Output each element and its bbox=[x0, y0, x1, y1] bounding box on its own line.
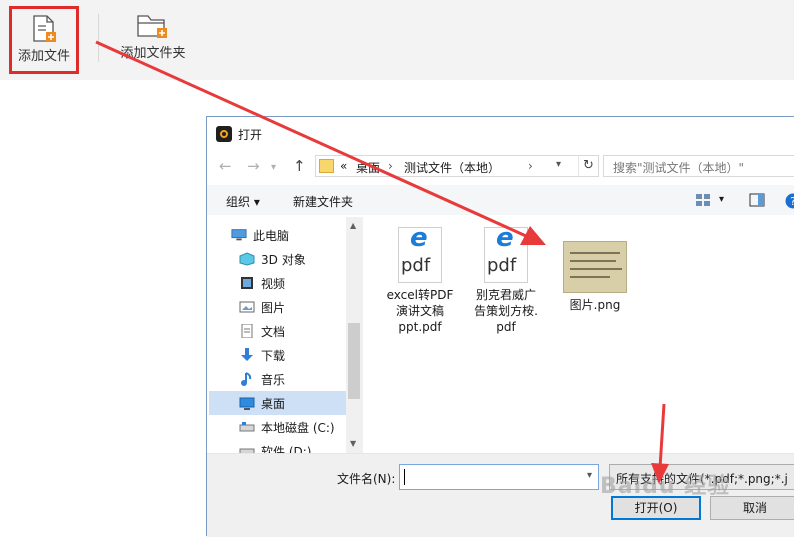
tree-item-3d-objects[interactable]: 3D 对象 bbox=[209, 247, 346, 271]
scroll-down-icon[interactable]: ▼ bbox=[350, 439, 356, 448]
watermark: Baidu 经验 bbox=[600, 474, 731, 499]
app-toolbar: 添加文件 添加文件夹 bbox=[0, 0, 794, 80]
file-item-buick-pdf[interactable]: e pdf 别克君威广 告策划方桉. pdf bbox=[465, 225, 547, 335]
filename-input[interactable]: ▾ bbox=[399, 464, 599, 490]
help-icon[interactable]: ? bbox=[785, 193, 794, 209]
view-dropdown-icon[interactable]: ▾ bbox=[719, 194, 724, 205]
cube-icon bbox=[239, 252, 255, 266]
tree-item-downloads[interactable]: 下载 bbox=[209, 343, 346, 367]
up-arrow-icon[interactable]: ↑ bbox=[293, 157, 306, 175]
app-logo-icon bbox=[216, 126, 232, 142]
pdf-file-icon: e pdf bbox=[484, 225, 528, 283]
document-icon bbox=[241, 324, 253, 338]
navigation-tree: 此电脑 3D 对象 视频 图片 文档 下载 音乐 桌面 本地磁盘 (C:) 软件… bbox=[207, 217, 363, 455]
tree-item-videos[interactable]: 视频 bbox=[209, 271, 346, 295]
pictures-icon bbox=[239, 301, 255, 313]
computer-icon bbox=[231, 229, 247, 241]
file-item-image-png[interactable]: 图片.png bbox=[554, 241, 636, 313]
add-file-label: 添加文件 bbox=[17, 49, 70, 64]
tree-item-this-pc[interactable]: 此电脑 bbox=[209, 223, 346, 247]
new-folder-button[interactable]: 新建文件夹 bbox=[293, 193, 353, 210]
scroll-up-icon[interactable]: ▲ bbox=[350, 221, 356, 230]
filename-dropdown-icon[interactable]: ▾ bbox=[587, 470, 592, 481]
add-folder-icon bbox=[137, 15, 167, 38]
file-name-line: 演讲文稿 bbox=[395, 304, 444, 318]
pdf-file-icon: e pdf bbox=[398, 225, 442, 283]
file-name-line: pdf bbox=[496, 320, 516, 334]
file-name-line: excel转PDF bbox=[386, 288, 454, 302]
music-icon bbox=[241, 372, 252, 386]
scrollbar-thumb[interactable] bbox=[348, 323, 360, 399]
text-caret bbox=[404, 469, 405, 485]
svg-text:?: ? bbox=[790, 195, 794, 208]
folder-icon bbox=[319, 159, 334, 173]
image-thumbnail bbox=[563, 241, 627, 293]
tree-item-music[interactable]: 音乐 bbox=[209, 367, 346, 391]
forward-arrow-icon[interactable]: → bbox=[247, 157, 260, 175]
view-options-icon[interactable] bbox=[695, 193, 711, 207]
dialog-title: 打开 bbox=[238, 128, 263, 142]
dialog-titlebar: 打开 bbox=[207, 117, 794, 149]
refresh-icon[interactable]: ↻ bbox=[578, 156, 598, 176]
file-name-line: 别克君威广 bbox=[475, 288, 536, 302]
command-bar: 组织 ▾ 新建文件夹 ▾ ? bbox=[207, 185, 794, 215]
drive-icon bbox=[239, 422, 255, 432]
breadcrumb-desktop[interactable]: 桌面 bbox=[356, 159, 380, 176]
breadcrumb-test-folder[interactable]: 测试文件（本地） bbox=[404, 159, 500, 176]
file-name-line: 图片.png bbox=[569, 298, 621, 312]
breadcrumb-overflow[interactable]: « bbox=[340, 159, 347, 173]
tree-scrollbar[interactable]: ▲ ▼ bbox=[346, 217, 363, 453]
filename-label: 文件名(N): bbox=[337, 472, 396, 486]
file-item-excel-pdf[interactable]: e pdf excel转PDF 演讲文稿 ppt.pdf bbox=[379, 225, 461, 335]
download-icon bbox=[241, 348, 253, 361]
toolbar-divider bbox=[98, 14, 99, 62]
breadcrumb-separator-icon: › bbox=[388, 159, 393, 173]
video-icon bbox=[241, 277, 253, 289]
search-input[interactable]: 搜索"测试文件（本地）" bbox=[603, 155, 794, 177]
file-list: e pdf excel转PDF 演讲文稿 ppt.pdf e pdf 别克君威广… bbox=[367, 217, 794, 453]
add-file-icon bbox=[33, 15, 56, 42]
tree-item-pictures[interactable]: 图片 bbox=[209, 295, 346, 319]
tree-item-desktop[interactable]: 桌面 bbox=[209, 391, 346, 415]
address-bar[interactable]: « 桌面 › 测试文件（本地） › ▾ ↻ bbox=[315, 155, 599, 177]
recent-chevron-icon[interactable]: ▾ bbox=[271, 159, 276, 177]
tree-item-documents[interactable]: 文档 bbox=[209, 319, 346, 343]
add-folder-label: 添加文件夹 bbox=[120, 46, 186, 61]
back-arrow-icon[interactable]: ← bbox=[219, 157, 232, 175]
desktop-icon bbox=[239, 397, 255, 410]
breadcrumb-separator-icon: › bbox=[528, 159, 533, 173]
file-name-line: 告策划方桉. bbox=[474, 304, 538, 318]
add-folder-button[interactable]: 添加文件夹 bbox=[110, 6, 196, 72]
navigation-bar: ← → ▾ ↑ « 桌面 › 测试文件（本地） › ▾ ↻ 搜索"测试文件（本地… bbox=[207, 153, 794, 179]
address-dropdown-icon[interactable]: ▾ bbox=[556, 159, 561, 170]
preview-pane-icon[interactable] bbox=[749, 193, 765, 207]
add-file-button[interactable]: 添加文件 bbox=[9, 6, 79, 74]
file-name-line: ppt.pdf bbox=[398, 320, 442, 334]
tree-item-drive-c[interactable]: 本地磁盘 (C:) bbox=[209, 415, 346, 439]
organize-menu[interactable]: 组织 ▾ bbox=[226, 193, 260, 210]
